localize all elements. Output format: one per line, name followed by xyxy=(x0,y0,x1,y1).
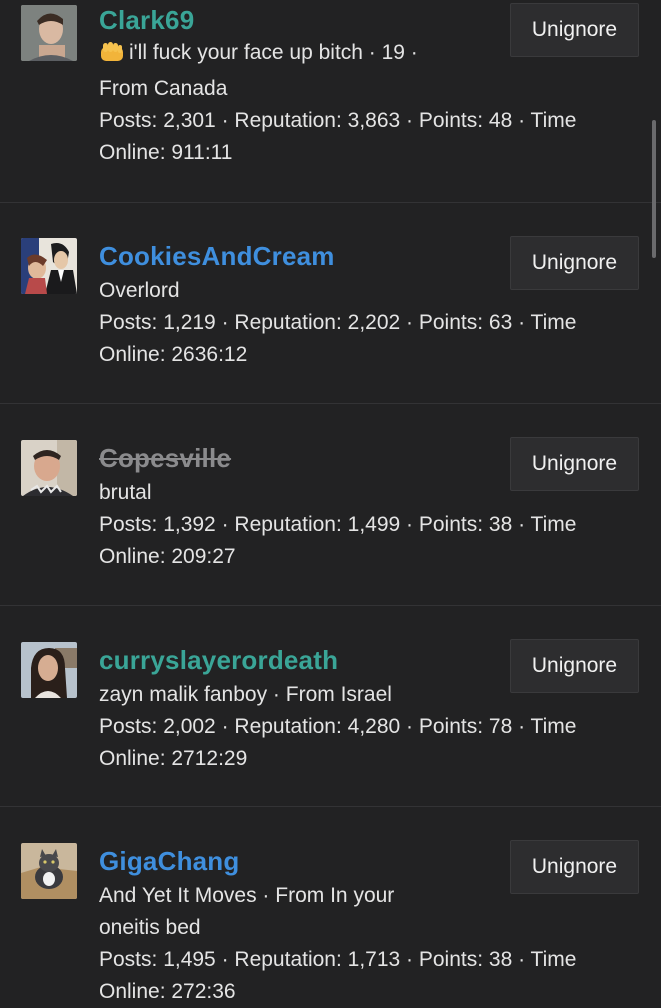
list-item: CookiesAndCream Overlord Posts: 1,219 · … xyxy=(0,203,661,404)
avatar[interactable] xyxy=(21,843,77,899)
user-stats: Posts: 2,301 · Reputation: 3,863 · Point… xyxy=(99,109,577,164)
list-item: Copesville brutal Posts: 1,392 · Reputat… xyxy=(0,404,661,606)
user-stats: Posts: 1,392 · Reputation: 1,499 · Point… xyxy=(99,513,577,568)
list-item: curryslayerordeath zayn malik fanboy · F… xyxy=(0,606,661,807)
unignore-button[interactable]: Unignore xyxy=(510,437,639,491)
fist-emoji-icon xyxy=(99,41,125,73)
unignore-button[interactable]: Unignore xyxy=(510,3,639,57)
avatar[interactable] xyxy=(21,440,77,496)
scrollbar[interactable] xyxy=(652,120,656,258)
user-stats: Posts: 2,002 · Reputation: 4,280 · Point… xyxy=(99,715,577,770)
avatar-comic-man-icon xyxy=(21,238,77,294)
avatar-cat-in-box-icon xyxy=(21,843,77,899)
unignore-button[interactable]: Unignore xyxy=(510,840,639,894)
user-title-text: i'll fuck your face up bitch · 19 · xyxy=(129,41,418,64)
avatar-woman-icon xyxy=(21,642,77,698)
list-item: Clark69 i'll fuck your face up bitch · 1… xyxy=(0,0,661,203)
list-item: GigaChang And Yet It Moves · From In you… xyxy=(0,807,661,1003)
user-location: From Canada xyxy=(99,77,228,100)
unignore-button[interactable]: Unignore xyxy=(510,639,639,693)
avatar-man-selfie-icon xyxy=(21,440,77,496)
avatar[interactable] xyxy=(21,238,77,294)
unignore-button[interactable]: Unignore xyxy=(510,236,639,290)
user-location: oneitis bed xyxy=(99,916,201,939)
avatar[interactable] xyxy=(21,5,77,61)
ignored-users-list: Clark69 i'll fuck your face up bitch · 1… xyxy=(0,0,661,1003)
user-stats: Posts: 1,219 · Reputation: 2,202 · Point… xyxy=(99,311,577,366)
avatar-young-man-icon xyxy=(21,5,77,61)
avatar[interactable] xyxy=(21,642,77,698)
user-stats: Posts: 1,495 · Reputation: 1,713 · Point… xyxy=(99,948,577,1003)
